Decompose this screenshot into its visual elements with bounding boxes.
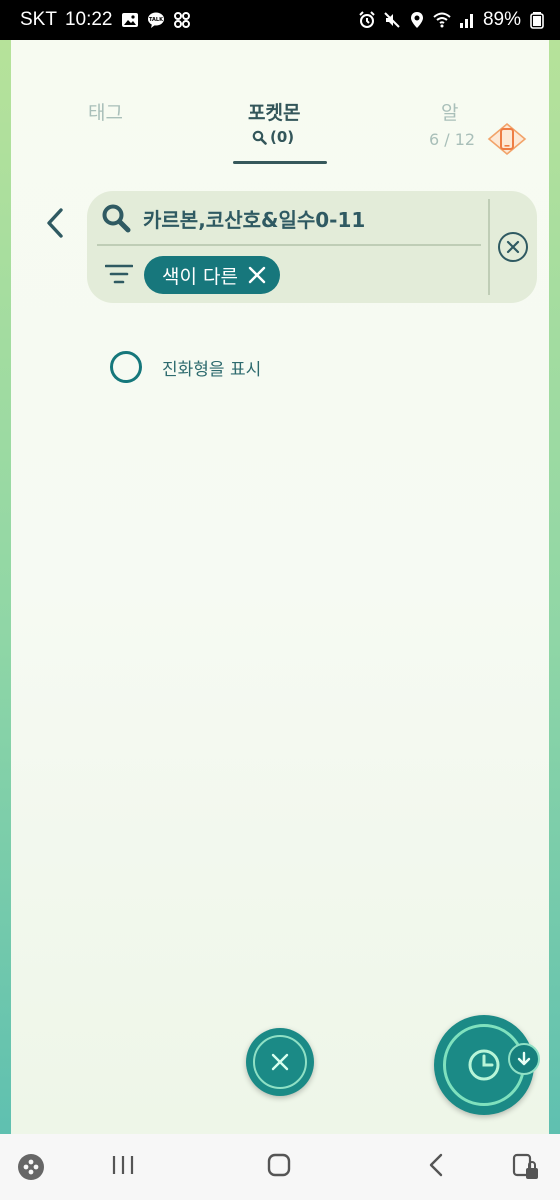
search-query-text[interactable]: 카르본,코산호&일수0-11 (143, 204, 365, 233)
close-circle-icon (498, 232, 528, 262)
egg-count: 6 / 12 (429, 130, 476, 149)
keyboard-lock-icon[interactable] (512, 1152, 540, 1182)
pokemon-count-value: (0) (270, 128, 295, 146)
signal-icon (458, 11, 476, 29)
tab-tags[interactable]: 태그 (88, 98, 123, 125)
battery-icon (528, 11, 546, 29)
app-notification-icon (173, 11, 191, 29)
show-evolutions-radio[interactable] (110, 351, 142, 383)
svg-text:TALK: TALK (149, 17, 164, 23)
location-icon (408, 11, 426, 29)
home-button[interactable] (266, 1152, 292, 1178)
filter-chip-label: 색이 다른 (162, 265, 238, 288)
mute-icon (383, 11, 401, 29)
tab-eggs[interactable]: 알 (441, 98, 458, 125)
tab-pokemon[interactable]: 포켓몬 (248, 98, 300, 125)
system-navigation-bar (0, 1134, 560, 1200)
pokemon-search-count: (0) (252, 128, 294, 146)
search-icon (252, 130, 267, 145)
game-launcher-icon[interactable] (16, 1152, 46, 1182)
show-evolutions-label: 진화형을 표시 (162, 359, 262, 380)
talk-icon: TALK (147, 11, 165, 29)
clear-search-button[interactable] (497, 231, 529, 263)
clock: 10:22 (64, 9, 113, 30)
gallery-icon (121, 11, 139, 29)
right-edge-decoration (549, 40, 560, 1134)
filter-chip-shiny[interactable]: 색이 다른 (144, 256, 280, 294)
filter-icon[interactable] (104, 263, 134, 285)
alarm-icon (358, 11, 376, 29)
vertical-divider (488, 199, 490, 295)
recent-apps-button[interactable] (110, 1152, 136, 1178)
app-screen: 태그 포켓몬 (0) 알 6 / 12 카르본,코산호&일수0-11 색이 다른… (0, 40, 560, 1134)
show-evolutions-option[interactable]: 진화형을 표시 (110, 351, 261, 383)
search-field[interactable]: 카르본,코산호&일수0-11 (101, 203, 365, 233)
active-tab-indicator (233, 161, 327, 164)
left-edge-decoration (0, 40, 11, 1134)
search-divider (97, 244, 481, 246)
search-icon (102, 204, 131, 233)
download-arrow-icon (508, 1043, 540, 1075)
wifi-icon (433, 11, 451, 29)
egg-device-icon[interactable] (487, 122, 527, 156)
back-button[interactable] (38, 200, 72, 246)
carrier-label: SKT (20, 9, 57, 30)
search-panel: 카르본,코산호&일수0-11 색이 다른 (87, 191, 537, 303)
chip-close-icon[interactable] (248, 266, 266, 284)
back-nav-button[interactable] (424, 1152, 450, 1178)
close-icon (253, 1035, 307, 1089)
battery-label: 89% (482, 9, 521, 30)
chevron-left-icon (47, 208, 63, 238)
status-bar: SKT 10:22 TALK 89% (0, 0, 560, 40)
close-button[interactable] (246, 1028, 314, 1096)
